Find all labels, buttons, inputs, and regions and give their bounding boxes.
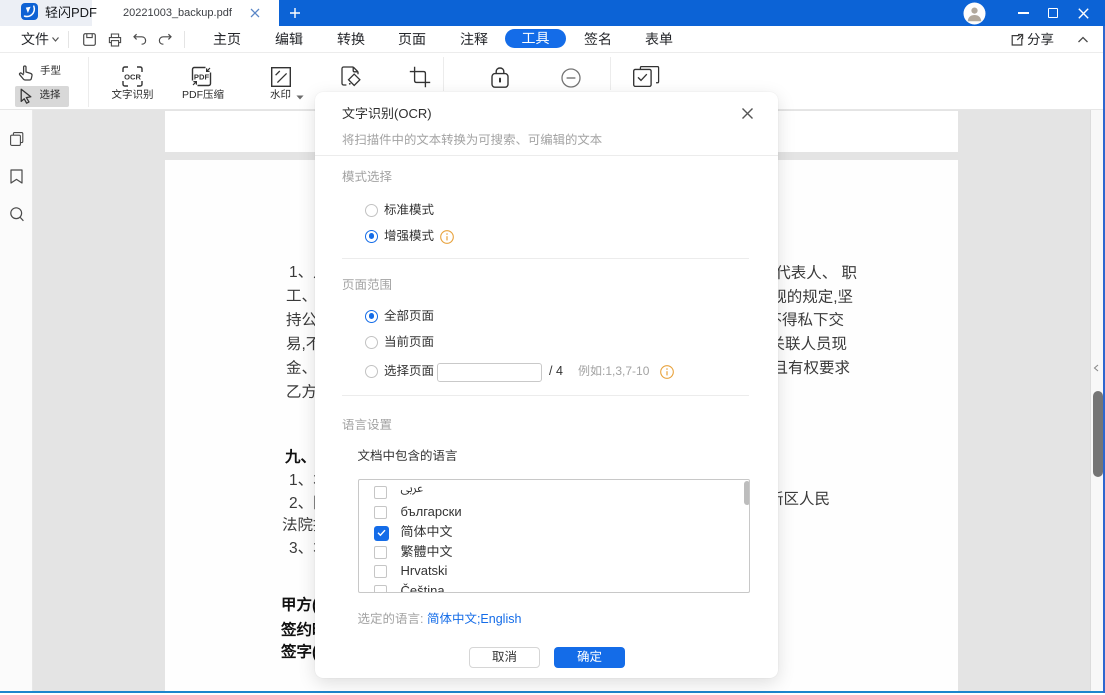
svg-text:OCR: OCR <box>124 73 141 82</box>
svg-text:PDF: PDF <box>194 72 210 81</box>
